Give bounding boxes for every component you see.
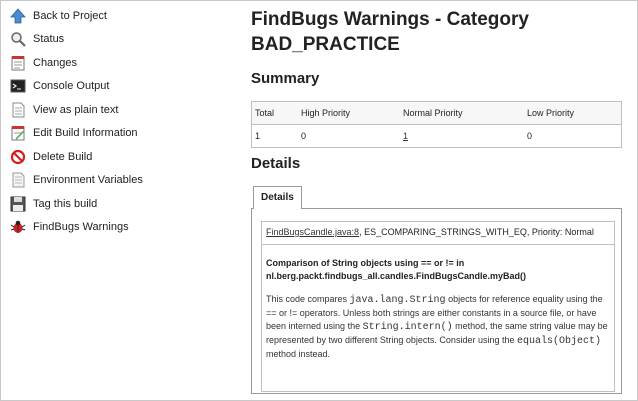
sidebar: Back to Project Status Changes Console O… bbox=[10, 4, 240, 239]
table-header: High Priority bbox=[298, 101, 400, 125]
bug-description: This code compares java.lang.String obje… bbox=[262, 283, 614, 361]
summary-table: Total High Priority Normal Priority Low … bbox=[251, 101, 622, 148]
sidebar-item-label: Changes bbox=[33, 56, 78, 69]
table-header: Low Priority bbox=[524, 101, 622, 125]
sidebar-item-environment-variables[interactable]: Environment Variables bbox=[10, 169, 240, 193]
desc-code: equals(Object) bbox=[516, 336, 601, 347]
sidebar-item-view-plain-text[interactable]: View as plain text bbox=[10, 98, 240, 122]
bug-icon bbox=[10, 219, 26, 235]
bug-detail-box: FindBugsCandle.java:8, ES_COMPARING_STRI… bbox=[261, 221, 615, 392]
table-cell-low: 0 bbox=[527, 131, 533, 141]
sidebar-item-status[interactable]: Status bbox=[10, 28, 240, 52]
table-header: Normal Priority bbox=[400, 101, 524, 125]
table-header: Total bbox=[251, 101, 298, 125]
no-entry-icon bbox=[10, 149, 26, 165]
summary-heading: Summary bbox=[251, 70, 320, 87]
sidebar-item-label: Edit Build Information bbox=[33, 127, 138, 140]
sidebar-item-label: Delete Build bbox=[33, 150, 93, 163]
table-row: 1 0 1 0 bbox=[252, 125, 622, 148]
sidebar-item-label: Back to Project bbox=[33, 9, 107, 22]
sidebar-item-label: View as plain text bbox=[33, 103, 119, 116]
page-title: FindBugs Warnings - Category BAD_PRACTIC… bbox=[251, 9, 529, 55]
sidebar-item-edit-build-information[interactable]: Edit Build Information bbox=[10, 122, 240, 146]
bug-title: Comparison of String objects using == or… bbox=[266, 258, 527, 281]
document-icon bbox=[10, 102, 26, 118]
sidebar-item-label: FindBugs Warnings bbox=[33, 221, 129, 234]
details-tab-panel: FindBugsCandle.java:8, ES_COMPARING_STRI… bbox=[251, 208, 622, 394]
sidebar-item-findbugs-warnings[interactable]: FindBugs Warnings bbox=[10, 216, 240, 240]
sidebar-item-changes[interactable]: Changes bbox=[10, 51, 240, 75]
document-list-icon bbox=[10, 172, 26, 188]
sidebar-item-back-to-project[interactable]: Back to Project bbox=[10, 4, 240, 28]
bug-summary-line: FindBugsCandle.java:8, ES_COMPARING_STRI… bbox=[262, 222, 614, 245]
source-file-link[interactable]: FindBugsCandle.java:8 bbox=[266, 227, 359, 237]
sidebar-item-label: Status bbox=[33, 33, 65, 46]
table-header-row: Total High Priority Normal Priority Low … bbox=[251, 101, 622, 125]
sidebar-item-delete-build[interactable]: Delete Build bbox=[10, 145, 240, 169]
normal-priority-link[interactable]: 1 bbox=[403, 131, 408, 141]
bug-meta: , ES_COMPARING_STRINGS_WITH_EQ, Priority… bbox=[359, 227, 594, 237]
sidebar-item-console-output[interactable]: Console Output bbox=[10, 75, 240, 99]
up-arrow-icon bbox=[10, 8, 26, 24]
desc-code: String.intern() bbox=[362, 322, 453, 333]
sidebar-item-tag-this-build[interactable]: Tag this build bbox=[10, 192, 240, 216]
notepad-icon bbox=[10, 55, 26, 71]
table-cell-total: 1 bbox=[255, 131, 261, 141]
desc-text: This code compares bbox=[266, 294, 350, 304]
desc-text: method instead. bbox=[266, 349, 331, 359]
save-disk-icon bbox=[10, 196, 26, 212]
desc-code: java.lang.String bbox=[349, 295, 446, 306]
tab-details[interactable]: Details bbox=[253, 186, 302, 209]
details-heading: Details bbox=[251, 155, 301, 172]
table-cell-normal: 1 bbox=[400, 125, 524, 148]
terminal-icon bbox=[10, 78, 26, 94]
edit-notepad-icon bbox=[10, 125, 26, 141]
sidebar-item-label: Environment Variables bbox=[33, 174, 143, 187]
table-cell-high: 0 bbox=[301, 131, 307, 141]
sidebar-item-label: Console Output bbox=[33, 80, 110, 93]
sidebar-item-label: Tag this build bbox=[33, 197, 98, 210]
magnifier-icon bbox=[10, 31, 26, 48]
